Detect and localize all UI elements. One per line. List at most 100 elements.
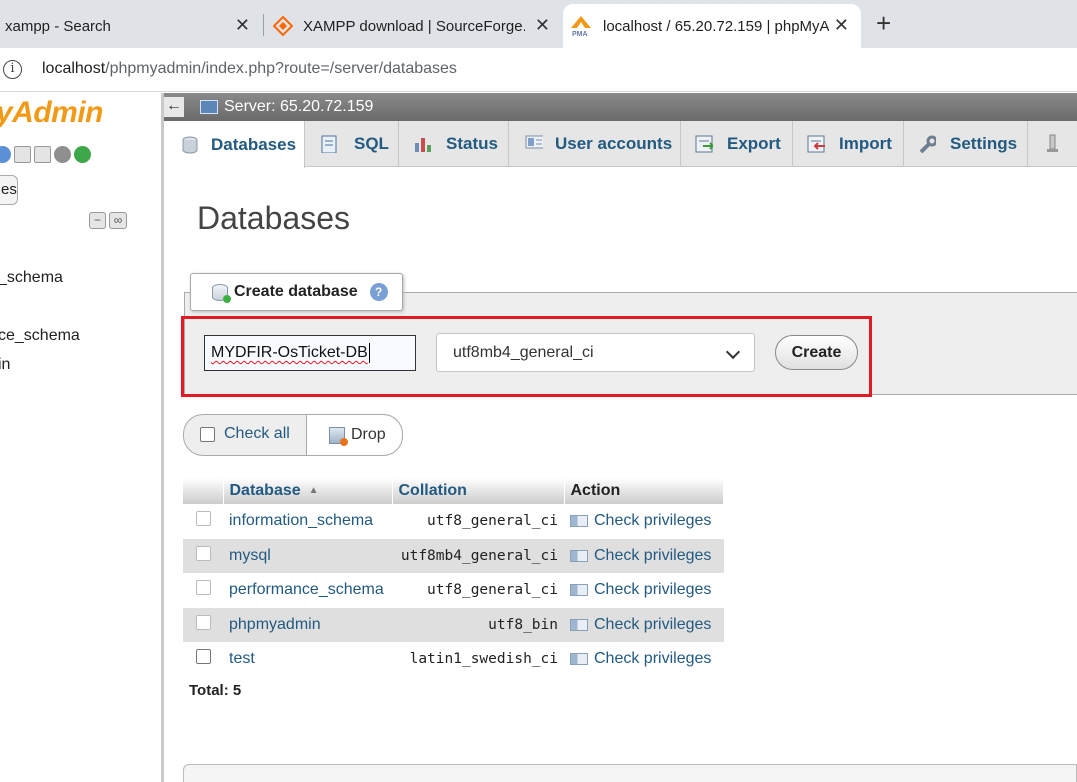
text-cursor	[368, 342, 370, 363]
sort-ascending-icon: ▲	[308, 485, 319, 497]
database-name-input[interactable]: MYDFIR-OsTicket-DB	[204, 335, 416, 371]
address-bar[interactable]: i localhost/phpmyadmin/index.php?route=/…	[0, 48, 1077, 92]
page-title: Databases	[197, 200, 350, 236]
sourceforge-icon	[273, 16, 293, 36]
row-checkbox[interactable]	[195, 614, 211, 630]
tab-title: localhost / 65.20.72.159 | phpMyA	[603, 17, 829, 35]
navigation-icons	[0, 146, 91, 163]
close-tab-icon[interactable]: ✕	[834, 16, 849, 34]
database-name-link[interactable]: phpmyadmin	[223, 607, 392, 642]
database-name-link[interactable]: performance_schema	[223, 573, 392, 608]
collation-select[interactable]: utf8mb4_general_ci	[436, 333, 755, 372]
link-icon[interactable]: ∞	[109, 212, 127, 229]
total-count: Total: 5	[189, 682, 242, 699]
tab-label: Databases	[211, 134, 297, 154]
server-breadcrumb: ← Server: 65.20.72.159	[164, 93, 1077, 121]
close-tab-icon[interactable]: ✕	[535, 16, 550, 34]
url-path: /phpmyadmin/index.php?route=/server/data…	[105, 60, 457, 77]
navigation-resizer[interactable]	[161, 93, 164, 782]
table-header-row: Database ▲ Collation Action	[183, 478, 724, 504]
table-row: performance_schema utf8_general_ci Check…	[183, 573, 724, 608]
server-label[interactable]: Server: 65.20.72.159	[224, 98, 373, 116]
collation-value: utf8_bin	[392, 607, 564, 642]
tab-settings[interactable]: Settings	[904, 121, 1028, 167]
close-tab-icon[interactable]: ✕	[235, 16, 250, 34]
check-privileges-link[interactable]: Check privileges	[564, 538, 724, 573]
header-action: Action	[564, 478, 724, 504]
nav-db-item[interactable]: in	[0, 356, 10, 374]
database-icon	[182, 136, 198, 153]
databases-table: Database ▲ Collation Action information_s…	[183, 478, 724, 677]
back-arrow-icon[interactable]: ←	[164, 97, 184, 117]
help-icon[interactable]: ?	[369, 283, 388, 301]
site-info-icon[interactable]: i	[3, 60, 22, 79]
check-privileges-link[interactable]: Check privileges	[564, 642, 724, 677]
new-tab-icon[interactable]: +	[876, 10, 891, 36]
sql-docs-icon[interactable]	[34, 146, 51, 163]
tab-export[interactable]: Export	[681, 121, 793, 167]
tab-label: SQL	[354, 134, 389, 153]
tab-import[interactable]: Import	[793, 121, 904, 167]
tab-label: Status	[446, 134, 498, 153]
navigation-panel	[0, 93, 161, 782]
row-checkbox[interactable]	[195, 545, 211, 561]
row-checkbox[interactable]	[195, 511, 211, 527]
tab-user-accounts[interactable]: User accounts	[509, 121, 681, 167]
header-checkbox-col	[183, 478, 224, 504]
check-privileges-link[interactable]: Check privileges	[564, 573, 724, 608]
nav-databases-tab[interactable]: es	[0, 175, 18, 205]
home-icon[interactable]	[0, 146, 11, 163]
drop-icon	[329, 426, 348, 446]
drop-button[interactable]: Drop	[306, 414, 403, 456]
phpmyadmin-logo[interactable]: yAdmin	[0, 96, 104, 130]
database-name-link[interactable]: test	[223, 642, 392, 677]
tab-label: Export	[727, 134, 781, 153]
action-label: Check privileges	[594, 615, 712, 633]
docs-icon[interactable]	[14, 146, 31, 163]
privileges-icon	[570, 584, 588, 597]
check-privileges-link[interactable]: Check privileges	[564, 504, 724, 539]
header-database[interactable]: Database ▲	[223, 478, 393, 504]
nav-db-item[interactable]: _schema	[0, 269, 63, 287]
database-name-link[interactable]: information_schema	[223, 504, 392, 539]
table-row: mysql utf8mb4_general_ci Check privilege…	[183, 538, 724, 573]
row-checkbox[interactable]	[195, 580, 211, 596]
check-all-checkbox[interactable]	[200, 426, 215, 442]
tab-databases[interactable]: Databases	[164, 121, 305, 168]
tab-sql[interactable]: SQL	[305, 121, 399, 167]
privileges-icon	[570, 653, 588, 666]
tab-title: xampp - Search	[5, 17, 111, 35]
browser-tab-phpmyadmin[interactable]: PMA localhost / 65.20.72.159 | phpMyA ✕	[563, 4, 861, 48]
privileges-icon	[570, 549, 588, 562]
table-row: information_schema utf8_general_ci Check…	[183, 504, 724, 539]
create-button[interactable]: Create	[775, 335, 858, 370]
collation-value: utf8_general_ci	[392, 504, 564, 539]
database-name-link[interactable]: mysql	[223, 538, 392, 573]
reload-icon[interactable]	[74, 146, 91, 163]
header-collation[interactable]: Collation	[392, 478, 565, 504]
user-accounts-icon	[525, 135, 543, 149]
table-row: test latin1_swedish_ci Check privileges	[183, 642, 724, 677]
check-all-control[interactable]: Check all	[200, 425, 290, 443]
tab-more[interactable]	[1028, 121, 1077, 167]
browser-tab-strip: xampp - Search ✕ XAMPP download | Source…	[0, 0, 1077, 48]
check-privileges-link[interactable]: Check privileges	[564, 607, 724, 642]
nav-db-item[interactable]: ce_schema	[0, 327, 80, 345]
tab-status[interactable]: Status	[399, 121, 509, 167]
header-label: Database	[229, 482, 301, 499]
gear-icon[interactable]	[54, 146, 71, 163]
sql-icon	[321, 135, 337, 153]
collation-value: utf8mb4_general_ci	[392, 538, 564, 573]
collapse-all-icon[interactable]: −	[89, 212, 106, 229]
action-label: Check privileges	[594, 512, 712, 530]
create-database-legend: Create database ?	[190, 273, 403, 311]
browser-tab-xampp-search[interactable]: xampp - Search ✕	[0, 4, 262, 48]
svg-text:PMA: PMA	[572, 31, 588, 37]
tab-title: XAMPP download | SourceForge.n	[303, 17, 525, 35]
enable-statistics-panel	[183, 764, 1077, 782]
browser-tab-sourceforge[interactable]: XAMPP download | SourceForge.n ✕	[264, 4, 562, 48]
row-checkbox[interactable]	[195, 649, 211, 665]
url-text[interactable]: localhost/phpmyadmin/index.php?route=/se…	[42, 60, 457, 78]
privileges-icon	[570, 618, 588, 631]
top-menu: Databases SQL Status User accounts Expor…	[164, 121, 1077, 168]
